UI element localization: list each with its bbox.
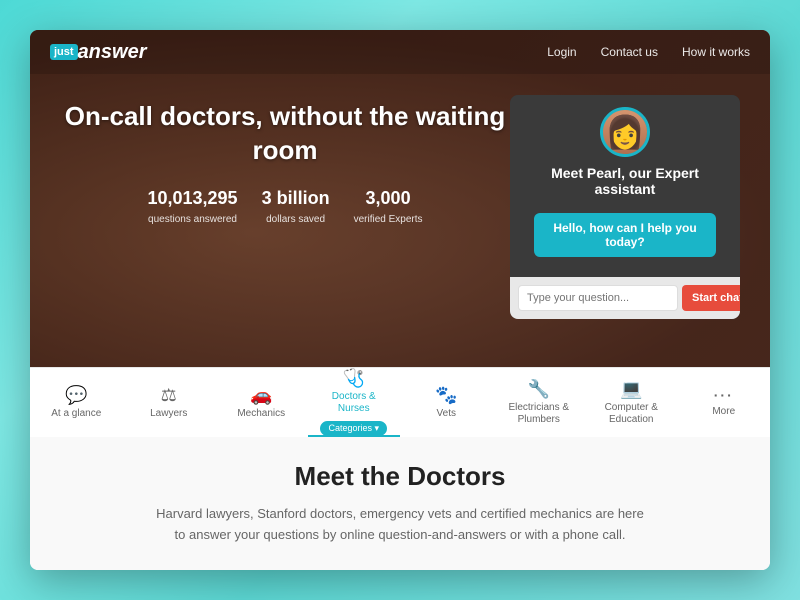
cat-computer-education[interactable]: 💻 Computer &Education [585,368,678,437]
cat-at-a-glance[interactable]: 💬 At a glance [30,368,123,437]
chat-widget: Meet Pearl, our Expert assistant Hello, … [510,95,740,319]
at-a-glance-icon: 💬 [65,386,87,404]
category-navigation: 💬 At a glance ⚖ Lawyers 🚗 Mechanics 🩺 Do… [30,367,770,437]
cat-electricians[interactable]: 🔧 Electricians &Plumbers [493,368,586,437]
cat-computer-label: Computer &Education [605,402,658,426]
hero-stats: 10,013,295 questions answered 3 billion … [60,188,510,227]
chat-input-row: Start chat [518,285,732,311]
cat-mechanics[interactable]: 🚗 Mechanics [215,368,308,437]
chat-input[interactable] [518,285,678,311]
cat-vets-label: Vets [437,408,456,420]
logo-just: just [50,44,78,60]
categories-badge[interactable]: Categories ▾ [320,421,387,436]
hero-section: just answer Login Contact us How it work… [30,30,770,367]
cat-more-label: More [712,406,735,418]
nav-contact[interactable]: Contact us [601,45,658,59]
cat-lawyers-label: Lawyers [150,408,187,420]
cat-electricians-label: Electricians &Plumbers [508,402,569,426]
electricians-icon: 🔧 [528,380,550,398]
stat-dollars: 3 billion dollars saved [262,188,330,227]
chat-title: Meet Pearl, our Expert assistant [526,165,724,197]
hero-title: On-call doctors, without the waiting roo… [60,100,510,168]
lawyers-icon: ⚖ [161,386,177,404]
top-navigation: just answer Login Contact us How it work… [30,30,770,74]
nav-login[interactable]: Login [547,45,576,59]
cat-doctors-label: Doctors &Nurses [332,391,376,415]
logo-answer: answer [78,41,147,64]
vets-icon: 🐾 [435,386,457,404]
section-title: Meet the Doctors [70,461,730,492]
chat-header: Meet Pearl, our Expert assistant Hello, … [510,95,740,277]
stat-dollars-label: dollars saved [266,214,325,225]
avatar [600,107,650,157]
hero-left: On-call doctors, without the waiting roo… [60,90,510,227]
section-description: Harvard lawyers, Stanford doctors, emerg… [150,504,650,546]
cat-at-a-glance-label: At a glance [51,408,101,420]
stat-questions-label: questions answered [148,214,237,225]
logo[interactable]: just answer [50,41,147,64]
stat-questions-number: 10,013,295 [147,188,237,209]
computer-icon: 💻 [620,380,642,398]
stat-experts: 3,000 verified Experts [354,188,423,227]
avatar-face [603,110,647,154]
hero-content: On-call doctors, without the waiting roo… [30,30,770,367]
stat-questions: 10,013,295 questions answered [147,188,237,227]
stat-dollars-number: 3 billion [262,188,330,209]
chat-submit-button[interactable]: Start chat [682,285,740,311]
mechanics-icon: 🚗 [250,386,272,404]
chat-bubble: Hello, how can I help you today? [534,213,716,257]
stat-experts-label: verified Experts [354,214,423,225]
nav-how-it-works[interactable]: How it works [682,45,750,59]
cat-more[interactable]: ··· More [678,368,771,437]
main-content: Meet the Doctors Harvard lawyers, Stanfo… [30,437,770,570]
cat-doctors-nurses[interactable]: 🩺 Doctors &Nurses Categories ▾ [308,368,401,437]
cat-lawyers[interactable]: ⚖ Lawyers [123,368,216,437]
doctors-icon: 🩺 [343,369,365,387]
more-icon: ··· [714,388,734,402]
stat-experts-number: 3,000 [354,188,423,209]
nav-links: Login Contact us How it works [547,45,750,59]
chat-body: Start chat [510,277,740,319]
cat-vets[interactable]: 🐾 Vets [400,368,493,437]
browser-window: just answer Login Contact us How it work… [30,30,770,570]
cat-mechanics-label: Mechanics [237,408,285,420]
